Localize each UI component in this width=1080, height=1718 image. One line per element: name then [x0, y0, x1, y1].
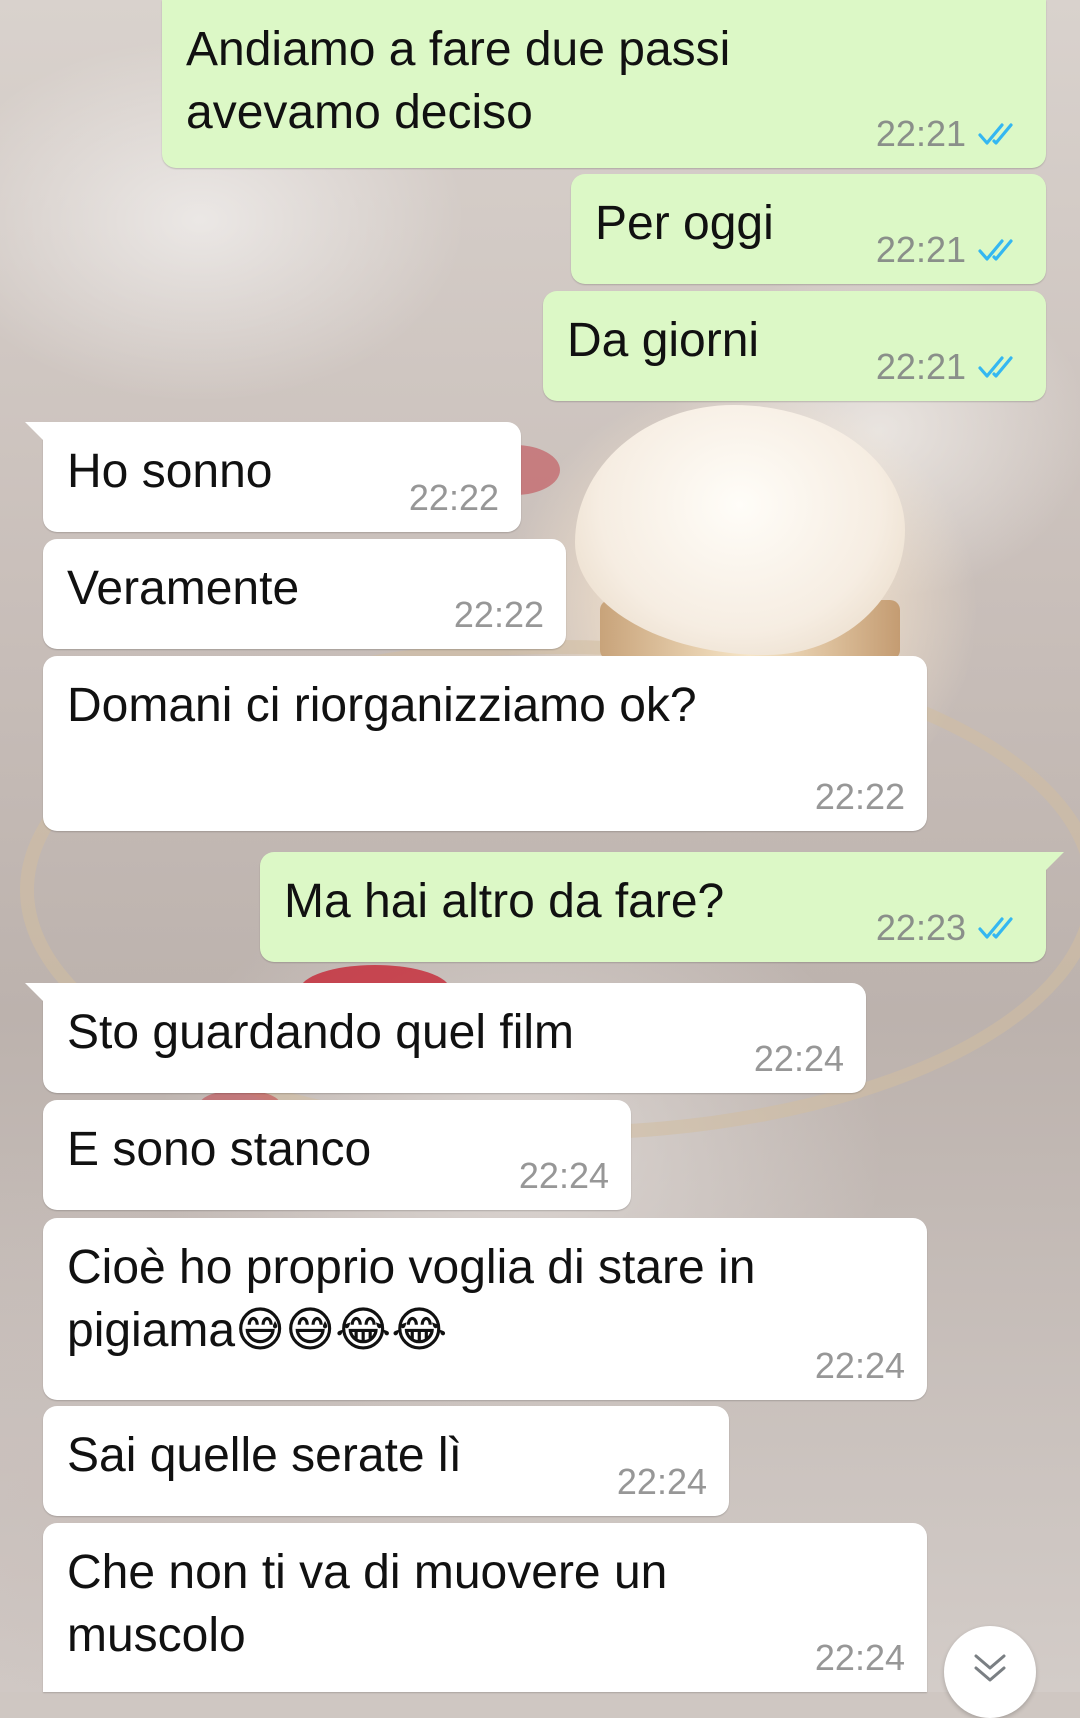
message-meta: 22:24: [754, 1039, 844, 1079]
message-bubble-incoming[interactable]: Veramente 22:22: [43, 539, 566, 649]
message-time: 22:24: [814, 1345, 905, 1386]
double-chevron-down-icon: [974, 1654, 1006, 1682]
double-check-icon: [978, 356, 1013, 378]
message-time: 22:22: [408, 477, 499, 518]
double-check-icon: [978, 123, 1013, 145]
message-time: 22:22: [453, 594, 544, 635]
scroll-to-bottom-button[interactable]: [944, 1626, 1036, 1718]
message-bubble-incoming[interactable]: Domani ci riorganizziamo ok? 22:22: [43, 656, 927, 831]
message-bubble-incoming[interactable]: Che non ti va di muovere un muscolo 22:2…: [43, 1523, 927, 1692]
message-time: 22:24: [814, 1637, 905, 1678]
message-bubble-incoming[interactable]: Cioè ho proprio voglia di stare in pigia…: [43, 1218, 927, 1400]
message-bubble-incoming[interactable]: Sai quelle serate lì 22:24: [43, 1406, 729, 1516]
message-meta: 22:22: [815, 777, 905, 817]
message-text: Sai quelle serate lì: [67, 1429, 462, 1482]
message-bubble-incoming[interactable]: E sono stanco 22:24: [43, 1100, 631, 1210]
message-meta: 22:22: [454, 595, 544, 635]
message-meta: 22:24: [815, 1346, 905, 1386]
message-text: Che non ti va di muovere un muscolo: [67, 1546, 668, 1662]
message-time: 22:24: [753, 1038, 844, 1079]
message-meta: 22:21: [876, 347, 1024, 387]
message-bubble-outgoing[interactable]: Ma hai altro da fare? 22:23: [260, 852, 1064, 962]
message-bubble-outgoing[interactable]: Andiamo a fare due passi avevamo deciso …: [162, 0, 1046, 168]
message-meta: 22:24: [617, 1462, 707, 1502]
message-list[interactable]: Andiamo a fare due passi avevamo deciso …: [0, 0, 1080, 1692]
double-check-icon: [978, 239, 1013, 261]
message-bubble-outgoing[interactable]: Da giorni 22:21: [543, 291, 1046, 401]
message-bubble-outgoing[interactable]: Per oggi 22:21: [571, 174, 1046, 284]
double-check-icon: [978, 917, 1013, 939]
message-time: 22:21: [875, 346, 966, 387]
message-meta: 22:22: [409, 478, 499, 518]
message-meta: 22:23: [876, 908, 1024, 948]
message-bubble-incoming[interactable]: Sto guardando quel film 22:24: [25, 983, 866, 1093]
message-meta: 22:21: [876, 230, 1024, 270]
message-meta: 22:21: [876, 114, 1024, 154]
message-time: 22:22: [814, 776, 905, 817]
message-bubble-incoming[interactable]: Ho sonno 22:22: [25, 422, 521, 532]
message-time: 22:21: [875, 229, 966, 270]
message-time: 22:21: [875, 113, 966, 154]
message-meta: 22:24: [815, 1638, 905, 1678]
message-text: Sto guardando quel film: [67, 1006, 574, 1059]
message-meta: 22:24: [519, 1156, 609, 1196]
message-time: 22:24: [518, 1155, 609, 1196]
message-time: 22:24: [616, 1461, 707, 1502]
message-time: 22:23: [875, 907, 966, 948]
message-text: Cioè ho proprio voglia di stare in pigia…: [67, 1241, 756, 1357]
message-text: Domani ci riorganizziamo ok?: [67, 679, 697, 732]
